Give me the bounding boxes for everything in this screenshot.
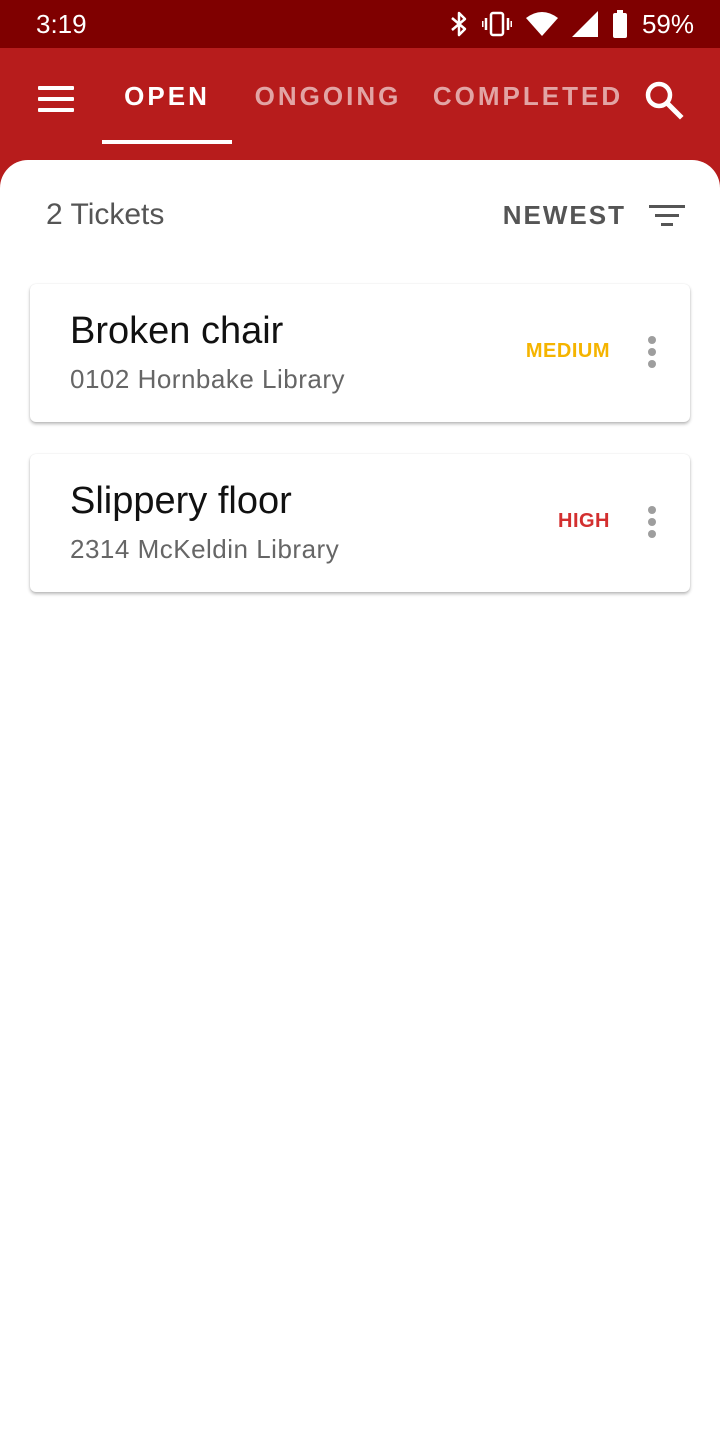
tab-indicator (102, 140, 232, 144)
tab-open[interactable]: OPEN (102, 48, 232, 144)
ticket-card[interactable]: Slippery floor 2314 McKeldin Library HIG… (30, 454, 690, 592)
more-options-icon[interactable] (642, 334, 662, 370)
status-time: 3:19 (36, 8, 87, 39)
battery-icon (612, 10, 627, 38)
status-icons: 59% (450, 9, 694, 40)
app-bar: OPEN ONGOING COMPLETED (0, 48, 720, 160)
more-options-icon[interactable] (642, 504, 662, 540)
ticket-location: 0102 Hornbake Library (70, 364, 345, 394)
priority-badge: MEDIUM (525, 340, 610, 362)
menu-icon[interactable] (38, 86, 76, 114)
battery-percent: 59% (641, 8, 694, 39)
ticket-title: Broken chair (70, 310, 284, 352)
cell-signal-icon (571, 11, 598, 37)
sort-label: NEWEST (502, 200, 626, 230)
ticket-location: 2314 McKeldin Library (70, 534, 340, 564)
tab-completed[interactable]: COMPLETED (428, 48, 628, 144)
screen: 3:19 59% OPEN ONGOING COMPLETED 2 Ticket… (0, 0, 720, 1440)
vibrate-icon (481, 11, 512, 37)
ticket-title: Slippery floor (70, 480, 292, 522)
search-icon[interactable] (642, 78, 686, 122)
ticket-list-panel: 2 Tickets NEWEST Broken chair 0102 Hornb… (0, 160, 720, 1440)
ticket-count: 2 Tickets (46, 198, 165, 231)
bluetooth-icon (451, 11, 467, 37)
filter-icon (648, 203, 686, 229)
ticket-card[interactable]: Broken chair 0102 Hornbake Library MEDIU… (30, 284, 690, 422)
status-bar: 3:19 59% (0, 0, 720, 48)
sort-button[interactable]: NEWEST (503, 200, 686, 231)
tab-ongoing[interactable]: ONGOING (250, 48, 406, 144)
wifi-icon (525, 12, 558, 36)
priority-badge: HIGH (558, 510, 610, 532)
